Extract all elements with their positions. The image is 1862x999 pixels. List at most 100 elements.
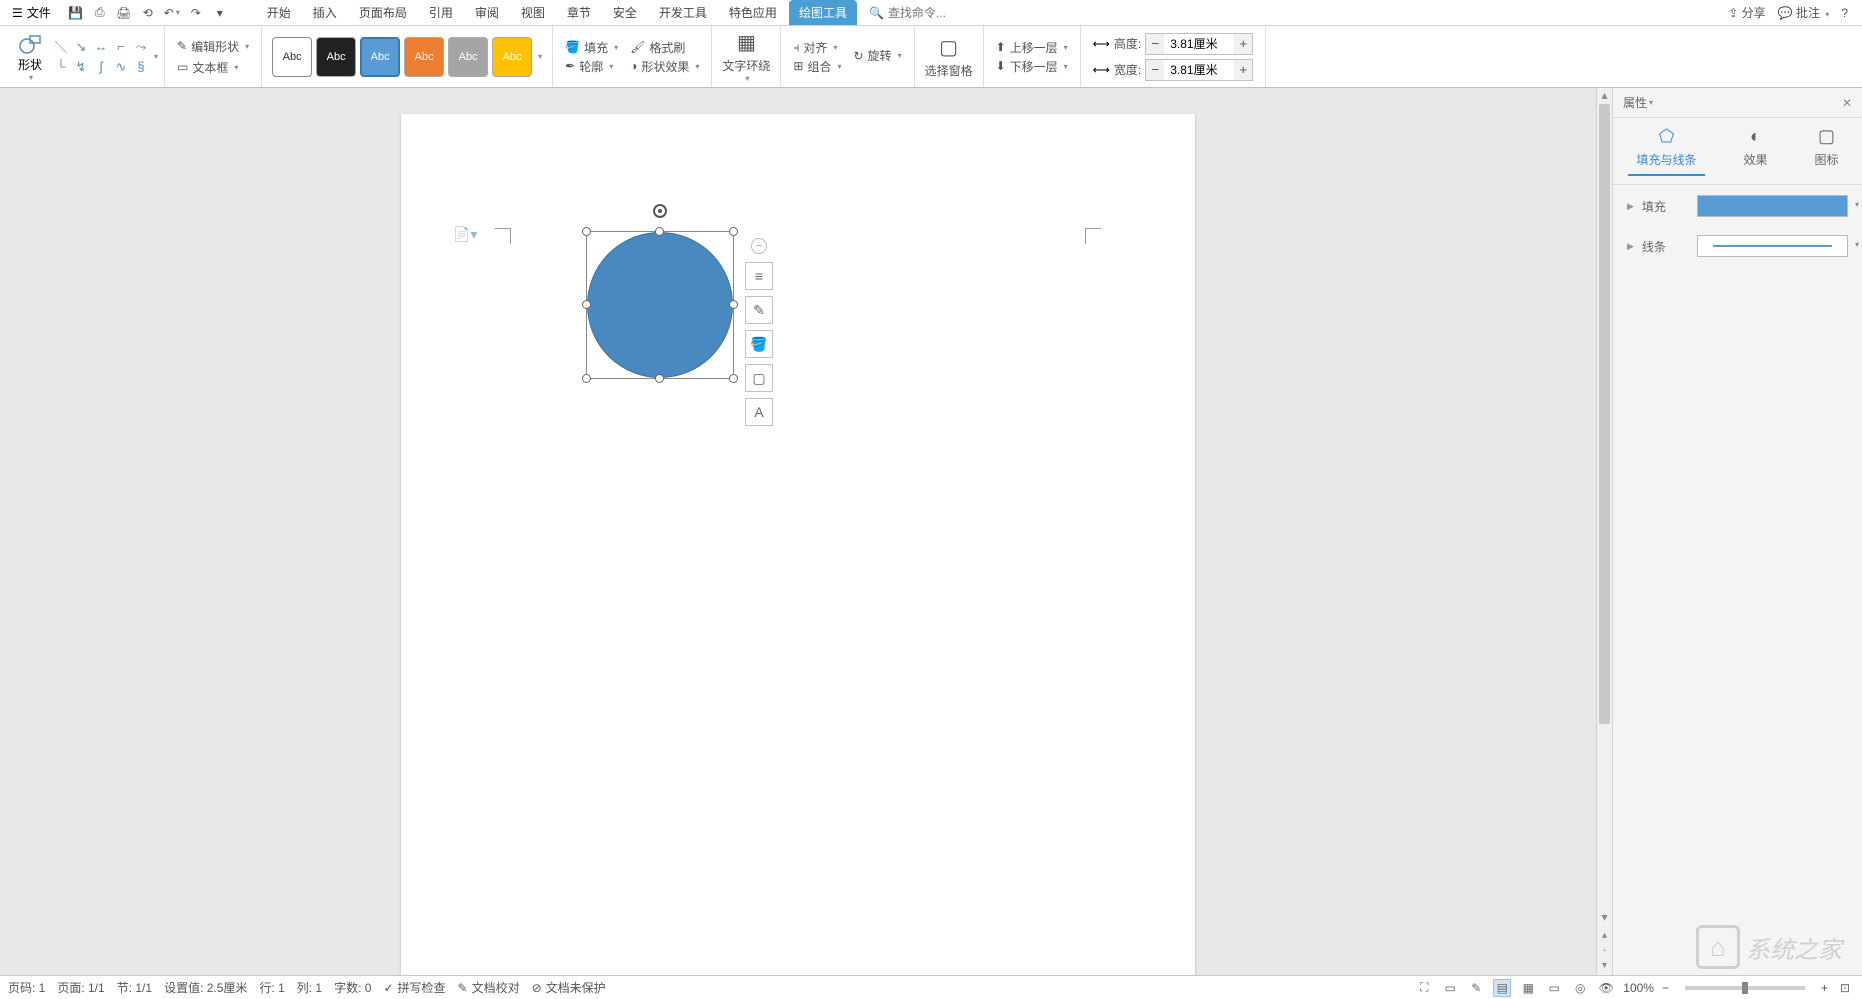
format-painter-button[interactable]: 🖌 格式刷 xyxy=(630,39,699,56)
close-panel-icon[interactable]: ✕ xyxy=(1842,96,1852,110)
zoom-in-icon[interactable]: + xyxy=(1821,981,1828,995)
line-expand[interactable]: ▶线条 xyxy=(1627,238,1697,255)
prev-page-icon[interactable]: ▴ xyxy=(1602,930,1607,941)
zoom-value[interactable]: 100% xyxy=(1623,981,1654,995)
style-gallery-dropdown[interactable]: ▾ xyxy=(538,52,542,61)
outline-mode-icon[interactable]: ✎ xyxy=(1467,979,1485,997)
handle-top-right[interactable] xyxy=(729,227,738,236)
l-shape-icon[interactable]: └ xyxy=(52,58,70,76)
style-swatch-3[interactable]: Abc xyxy=(360,37,400,77)
handle-mid-left[interactable] xyxy=(582,300,591,309)
outline-options-icon[interactable]: ▢ xyxy=(745,364,773,392)
style-swatch-1[interactable]: Abc xyxy=(272,37,312,77)
tab-chapter[interactable]: 章节 xyxy=(557,0,601,25)
insert-shape-button[interactable]: 形状▾ xyxy=(10,29,50,85)
tab-insert[interactable]: 插入 xyxy=(303,0,347,25)
width-spinner[interactable]: − + xyxy=(1145,59,1253,81)
arrow-shape-icon[interactable]: ↘ xyxy=(72,38,90,56)
scroll-up-icon[interactable]: ▴ xyxy=(1597,88,1612,104)
height-input[interactable] xyxy=(1164,34,1234,54)
handle-top-mid[interactable] xyxy=(655,227,664,236)
tab-view[interactable]: 视图 xyxy=(511,0,555,25)
scroll-track[interactable] xyxy=(1597,104,1612,910)
status-proofing[interactable]: ✎ 文档校对 xyxy=(458,979,520,996)
style-swatch-5[interactable]: Abc xyxy=(448,37,488,77)
selected-shape[interactable] xyxy=(587,232,733,378)
eye-icon[interactable]: 👁 xyxy=(1597,979,1615,997)
freeform-shape-icon[interactable]: § xyxy=(132,58,150,76)
canvas-area[interactable]: 📄▾ − ≡ ✎ 🪣 ▢ A xyxy=(0,88,1596,975)
print-preview-icon[interactable]: ⎙ xyxy=(91,4,109,22)
status-position[interactable]: 设置值: 2.5厘米 xyxy=(164,979,247,996)
help-icon[interactable]: ? xyxy=(1841,6,1848,20)
height-spinner[interactable]: − + xyxy=(1145,33,1253,55)
align-button[interactable]: ⫞ 对齐▾ xyxy=(793,39,841,56)
status-spellcheck[interactable]: ✓ 拼写检查 xyxy=(383,979,445,996)
next-page-icon[interactable]: ▾ xyxy=(1602,960,1607,971)
tab-review[interactable]: 审阅 xyxy=(465,0,509,25)
tab-special[interactable]: 特色应用 xyxy=(719,0,787,25)
layout-options-icon[interactable]: ≡ xyxy=(745,262,773,290)
qat-dropdown-icon[interactable]: ▾ xyxy=(211,4,229,22)
redo-icon[interactable]: ↷ xyxy=(187,4,205,22)
status-chars[interactable]: 字数: 0 xyxy=(334,979,371,996)
text-options-icon[interactable]: A xyxy=(745,398,773,426)
width-input[interactable] xyxy=(1164,60,1234,80)
elbow-connector-icon[interactable]: ⌐ xyxy=(112,38,130,56)
edit-shape-button[interactable]: ✎ 编辑形状▾ xyxy=(177,38,249,55)
tab-drawing-tools[interactable]: 绘图工具 xyxy=(789,0,857,25)
style-swatch-4[interactable]: Abc xyxy=(404,37,444,77)
style-swatch-6[interactable]: Abc xyxy=(492,37,532,77)
status-page[interactable]: 页面: 1/1 xyxy=(57,979,104,996)
height-minus[interactable]: − xyxy=(1146,34,1164,54)
tab-home[interactable]: 开始 xyxy=(257,0,301,25)
curved-connector-icon[interactable]: ⤳ xyxy=(132,38,150,56)
save-icon[interactable]: 💾 xyxy=(67,4,85,22)
outline-view-icon[interactable]: ▭ xyxy=(1545,979,1563,997)
fill-button[interactable]: 🪣 填充▾ xyxy=(565,39,618,56)
selection-pane-button[interactable]: ▢ 选择窗格 xyxy=(921,33,977,81)
draft-view-icon[interactable]: ◎ xyxy=(1571,979,1589,997)
status-protection[interactable]: ⊘ 文档未保护 xyxy=(532,979,606,996)
handle-top-left[interactable] xyxy=(582,227,591,236)
handle-bottom-left[interactable] xyxy=(582,374,591,383)
undo-icon[interactable]: ↶▾ xyxy=(163,4,181,22)
prop-tab-fill-line[interactable]: ⬠ 填充与线条 xyxy=(1628,126,1704,176)
fill-color-icon[interactable]: 🪣 xyxy=(745,330,773,358)
collapse-toolbar-icon[interactable]: − xyxy=(751,238,767,254)
comments-button[interactable]: 💬 批注 ▾ xyxy=(1778,4,1830,21)
width-minus[interactable]: − xyxy=(1146,60,1164,80)
status-page-no[interactable]: 页码: 1 xyxy=(8,979,45,996)
prop-tab-icon[interactable]: ▢ 图标 xyxy=(1806,126,1846,176)
line-style-picker[interactable]: ▾ xyxy=(1697,235,1848,257)
page-options-icon[interactable]: 📄▾ xyxy=(453,226,477,243)
fill-color-picker[interactable]: ▾ xyxy=(1697,195,1848,217)
tab-references[interactable]: 引用 xyxy=(419,0,463,25)
refresh-icon[interactable]: ⟲ xyxy=(139,4,157,22)
zoom-slider[interactable] xyxy=(1685,986,1805,990)
edit-points-icon[interactable]: ✎ xyxy=(745,296,773,324)
group-button[interactable]: ⊞ 组合▾ xyxy=(793,58,841,75)
width-plus[interactable]: + xyxy=(1234,60,1252,80)
z-shape-icon[interactable]: ↯ xyxy=(72,58,90,76)
tab-page-layout[interactable]: 页面布局 xyxy=(349,0,417,25)
command-search[interactable]: 🔍 xyxy=(869,4,1024,22)
zoom-out-icon[interactable]: − xyxy=(1662,981,1669,995)
handle-mid-right[interactable] xyxy=(729,300,738,309)
fit-page-icon[interactable]: ⊡ xyxy=(1836,979,1854,997)
line-shape-icon[interactable]: ＼ xyxy=(52,38,70,56)
file-menu[interactable]: ☰ 文件 xyxy=(4,0,59,25)
status-row[interactable]: 行: 1 xyxy=(259,979,284,996)
handle-bottom-right[interactable] xyxy=(729,374,738,383)
search-input[interactable] xyxy=(884,4,1024,22)
tab-developer[interactable]: 开发工具 xyxy=(649,0,717,25)
text-box-button[interactable]: ▭ 文本框▾ xyxy=(177,59,249,76)
scroll-thumb[interactable] xyxy=(1599,104,1610,724)
tab-security[interactable]: 安全 xyxy=(603,0,647,25)
document-page[interactable]: 📄▾ − ≡ ✎ 🪣 ▢ A xyxy=(401,114,1195,975)
outline-button[interactable]: ✒ 轮廓▾ xyxy=(565,58,618,75)
fullscreen-icon[interactable]: ⛶ xyxy=(1415,979,1433,997)
s-shape-icon[interactable]: ∫ xyxy=(92,58,110,76)
rotation-handle[interactable] xyxy=(653,204,667,218)
text-wrap-button[interactable]: ▦ 文字环绕▾ xyxy=(718,28,774,85)
